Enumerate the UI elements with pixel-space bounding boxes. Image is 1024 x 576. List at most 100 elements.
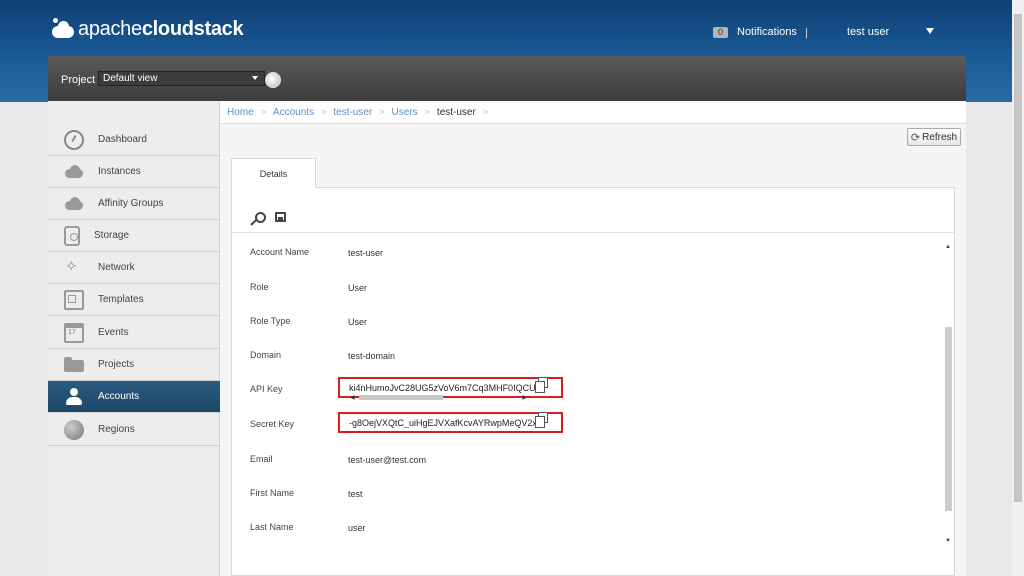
page-scrollbar[interactable] bbox=[1012, 0, 1024, 576]
sidebar-item-regions[interactable]: Regions bbox=[48, 414, 220, 446]
scrollbar-thumb[interactable] bbox=[1014, 14, 1022, 502]
detail-row-role: Role User bbox=[250, 282, 940, 298]
detail-label: API Key bbox=[250, 384, 283, 394]
sidebar-item-label: Storage bbox=[94, 230, 130, 241]
header-separator: | bbox=[805, 27, 808, 39]
image-icon[interactable] bbox=[275, 212, 286, 222]
key-icon[interactable] bbox=[250, 212, 266, 224]
secret-key-field[interactable]: -g8OejVXQtC_uiHgEJVXafKcvAYRwpMeQV2x… bbox=[338, 412, 563, 433]
detail-value: test-user bbox=[348, 248, 384, 258]
detail-row-domain: Domain test-domain bbox=[250, 350, 940, 366]
detail-label: Email bbox=[250, 454, 273, 464]
storage-icon bbox=[64, 225, 80, 246]
folder-icon bbox=[64, 355, 84, 375]
sidebar-item-dashboard[interactable]: Dashboard bbox=[48, 124, 220, 156]
breadcrumb: Home > Accounts > test-user > Users > te… bbox=[220, 101, 966, 124]
detail-row-last-name: Last Name user bbox=[250, 522, 940, 538]
user-menu-caret-icon[interactable] bbox=[926, 28, 934, 34]
sidebar-item-events[interactable]: Events bbox=[48, 317, 220, 349]
sidebar-item-network[interactable]: Network bbox=[48, 252, 220, 284]
refresh-label: Refresh bbox=[922, 131, 958, 143]
detail-value: test-domain bbox=[348, 351, 396, 361]
logo-product-text: cloudstack bbox=[141, 17, 244, 40]
secret-key-value[interactable]: -g8OejVXQtC_uiHgEJVXafKcvAYRwpMeQV2x… bbox=[349, 418, 535, 428]
sidebar-item-label: Affinity Groups bbox=[98, 198, 164, 209]
detail-label: First Name bbox=[250, 488, 295, 498]
logo-brand-text: apache bbox=[78, 17, 142, 40]
breadcrumb-account[interactable]: test-user bbox=[333, 107, 372, 118]
breadcrumb-chevron-icon: > bbox=[260, 107, 266, 117]
sidebar-item-label: Network bbox=[98, 262, 135, 273]
refresh-button[interactable]: ⟳ Refresh bbox=[907, 128, 961, 146]
tab-details[interactable]: Details bbox=[231, 158, 316, 188]
scrollbar-thumb[interactable] bbox=[945, 327, 952, 511]
divider bbox=[232, 232, 954, 233]
project-bar: Project Default view bbox=[48, 56, 966, 101]
sidebar-item-templates[interactable]: Templates bbox=[48, 284, 220, 316]
detail-actions bbox=[250, 212, 299, 224]
notifications-button[interactable]: 0 Notifications bbox=[713, 26, 797, 38]
breadcrumb-home[interactable]: Home bbox=[227, 107, 254, 118]
detail-row-secret-key: Secret Key -g8OejVXQtC_uiHgEJVXafKcvAYRw… bbox=[250, 412, 940, 435]
detail-row-role-type: Role Type User bbox=[250, 316, 940, 332]
sidebar-item-instances[interactable]: Instances bbox=[48, 156, 220, 188]
tab-label: Details bbox=[259, 168, 288, 179]
sidebar-item-accounts[interactable]: Accounts bbox=[48, 381, 220, 413]
detail-value: user bbox=[348, 523, 366, 533]
scroll-left-icon[interactable]: ◀ bbox=[350, 394, 355, 401]
scrollbar-thumb[interactable] bbox=[359, 395, 443, 400]
logo-text: apachecloudstack bbox=[78, 17, 244, 41]
detail-value: test bbox=[348, 489, 363, 499]
details-panel: Account Name test-user Role User Role Ty… bbox=[231, 187, 955, 576]
api-key-value[interactable]: ki4nHumoJvC28UG5zVoV6m7Cq3MHF0IQCU-c bbox=[349, 383, 535, 393]
breadcrumb-accounts[interactable]: Accounts bbox=[273, 107, 314, 118]
detail-value: test-user@test.com bbox=[348, 455, 427, 465]
scroll-up-icon[interactable]: ▲ bbox=[945, 244, 951, 250]
notifications-label: Notifications bbox=[737, 26, 797, 38]
sidebar-item-affinity-groups[interactable]: Affinity Groups bbox=[48, 188, 220, 220]
detail-value: User bbox=[348, 317, 368, 327]
user-icon bbox=[64, 387, 84, 407]
project-select-value: Default view bbox=[103, 73, 158, 84]
detail-value: User bbox=[348, 283, 368, 293]
sidebar-item-storage[interactable]: Storage bbox=[48, 220, 220, 252]
sidebar-item-label: Events bbox=[98, 327, 129, 338]
scroll-right-icon[interactable]: ▶ bbox=[522, 394, 527, 401]
details-scrollbar[interactable]: ▲ ▼ bbox=[944, 244, 953, 544]
copy-icon[interactable] bbox=[535, 377, 548, 393]
project-select[interactable]: Default view bbox=[98, 71, 265, 86]
detail-row-first-name: First Name test bbox=[250, 488, 940, 504]
cloud-logo-icon bbox=[50, 16, 76, 42]
detail-label: Role Type bbox=[250, 316, 291, 326]
detail-label: Account Name bbox=[250, 247, 310, 257]
sidebar-item-label: Regions bbox=[98, 424, 135, 435]
detail-row-api-key: API Key ki4nHumoJvC28UG5zVoV6m7Cq3MHF0IQ… bbox=[250, 377, 940, 401]
sidebar-item-label: Projects bbox=[98, 359, 135, 370]
apache-cloudstack-logo[interactable]: apachecloudstack bbox=[50, 14, 244, 44]
sidebar-item-label: Instances bbox=[98, 166, 141, 177]
affinity-icon bbox=[64, 194, 84, 214]
sidebar-item-projects[interactable]: Projects bbox=[48, 349, 220, 381]
api-key-field[interactable]: ki4nHumoJvC28UG5zVoV6m7Cq3MHF0IQCU-c ◀ ▶ bbox=[338, 377, 563, 401]
scroll-down-icon[interactable]: ▼ bbox=[945, 538, 951, 544]
breadcrumb-users[interactable]: Users bbox=[392, 107, 418, 118]
sidebar-item-label: Accounts bbox=[98, 391, 140, 402]
project-label: Project bbox=[61, 74, 96, 86]
select-caret-icon bbox=[252, 76, 258, 80]
api-key-scrollbar[interactable]: ◀ ▶ bbox=[350, 394, 527, 401]
breadcrumb-current: test-user bbox=[436, 106, 476, 118]
globe-icon[interactable] bbox=[265, 72, 281, 88]
main-content: Home > Accounts > test-user > Users > te… bbox=[220, 101, 966, 576]
calendar-icon bbox=[64, 322, 84, 343]
detail-label: Secret Key bbox=[250, 419, 295, 429]
copy-icon[interactable] bbox=[535, 412, 548, 428]
breadcrumb-chevron-icon: > bbox=[321, 107, 327, 117]
sidebar-item-label: Dashboard bbox=[98, 134, 147, 145]
detail-row-email: Email test-user@test.com bbox=[250, 454, 940, 470]
breadcrumb-chevron-icon: > bbox=[424, 107, 430, 117]
templates-icon bbox=[64, 289, 84, 310]
user-menu[interactable]: test user bbox=[847, 26, 889, 38]
dashboard-icon bbox=[64, 129, 84, 150]
breadcrumb-chevron-icon: > bbox=[379, 107, 385, 117]
cloud-icon bbox=[64, 162, 84, 182]
